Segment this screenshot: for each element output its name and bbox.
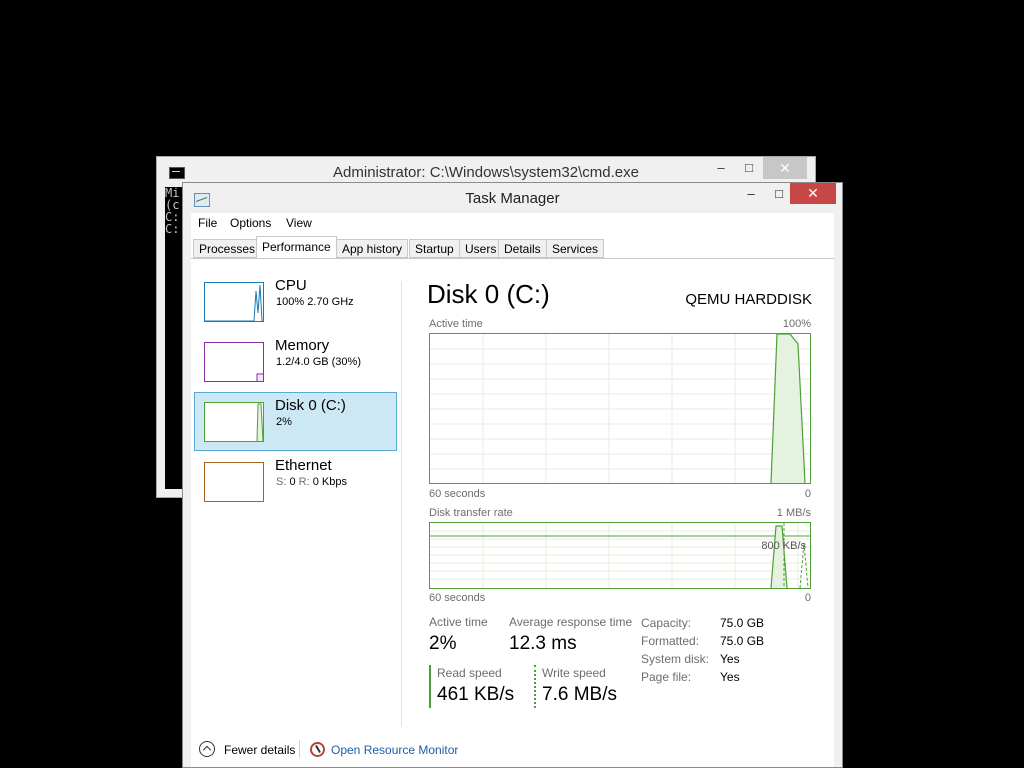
capacity-label: Capacity: [641,616,692,630]
perf-item-ethernet[interactable]: Ethernet S: 0 R: 0 Kbps [194,452,397,511]
perf-item-memory[interactable]: Memory 1.2/4.0 GB (30%) [194,332,397,391]
transfer-rate-graph-label: Disk transfer rate [429,507,513,519]
minimize-button[interactable]: – [707,157,735,179]
tab-startup[interactable]: Startup [409,239,460,258]
tab-users[interactable]: Users [459,239,503,258]
active-time-graph-svg [430,334,810,483]
performance-panel: CPU 100% 2.70 GHz Memory 1.2/4.0 GB (30%… [191,258,834,767]
read-speed-value: 461 KB/s [437,684,515,705]
task-manager-window[interactable]: Task Manager – □ ✕ File Options View Pro… [182,182,843,768]
active-time-value: 2% [429,633,457,654]
close-button[interactable]: ✕ [763,157,807,179]
perf-item-value: 2% [276,416,292,428]
receive-value: 0 Kbps [312,476,347,488]
disk-thumbnail-graph [204,402,264,442]
maximize-button[interactable]: □ [765,183,793,204]
detail-title: Disk 0 (C:) [427,279,550,309]
active-time-graph [429,333,811,484]
perf-item-name: CPU [275,277,307,294]
footer-divider [299,740,300,758]
memory-thumbnail-graph [204,342,264,382]
perf-item-value: 100% 2.70 GHz [276,296,354,308]
perf-item-name: Memory [275,337,330,354]
transfer-rate-graph-svg [430,523,810,588]
avg-response-value: 12.3 ms [509,633,577,654]
receive-label: R: [298,476,313,488]
tm-titlebar[interactable]: Task Manager – □ ✕ [183,183,842,213]
page-file-label: Page file: [641,670,692,684]
close-button[interactable]: ✕ [790,183,836,204]
read-speed-bar [429,665,431,708]
capacity-value: 75.0 GB [720,616,765,630]
active-time-label: Active time [429,615,488,629]
perf-item-cpu[interactable]: CPU 100% 2.70 GHz [194,272,397,331]
maximize-button[interactable]: □ [735,157,763,179]
read-speed-label: Read speed [437,666,502,680]
perf-item-value: S: 0 R: 0 Kbps [276,476,347,488]
chevron-up-icon[interactable] [199,741,215,757]
perf-item-name: Disk 0 (C:) [275,397,346,414]
tab-performance[interactable]: Performance [256,236,337,259]
open-resource-monitor-link[interactable]: Open Resource Monitor [331,743,458,757]
cpu-thumbnail-graph [204,282,264,322]
transfer-rate-graph-min: 0 [804,592,811,604]
menu-options[interactable]: Options [230,216,271,230]
write-speed-label: Write speed [542,666,606,680]
transfer-rate-graph-span: 60 seconds [429,592,486,604]
menu-file[interactable]: File [198,216,217,230]
send-label: S: [276,476,290,488]
active-time-graph-span: 60 seconds [429,488,486,500]
formatted-label: Formatted: [641,634,700,648]
tab-services[interactable]: Services [546,239,605,258]
menu-view[interactable]: View [286,216,312,230]
tab-app-history[interactable]: App history [336,239,409,258]
minimize-button[interactable]: – [737,183,765,204]
send-value: 0 [289,476,299,488]
ethernet-thumbnail-graph [204,462,264,502]
resource-monitor-icon[interactable] [310,742,325,757]
active-time-graph-max: 100% [782,318,811,330]
tab-processes[interactable]: Processes [193,239,262,258]
active-time-graph-label: Active time [429,318,483,330]
menu-bar: File Options View [191,213,834,235]
page-file-value: Yes [720,670,740,684]
formatted-value: 75.0 GB [720,634,765,648]
transfer-rate-graph: 800 KB/s [429,522,811,589]
transfer-rate-mark: 800 KB/s [761,540,806,552]
perf-item-disk[interactable]: Disk 0 (C:) 2% [194,392,397,451]
tab-details[interactable]: Details [498,239,547,258]
write-speed-value: 7.6 MB/s [542,684,617,705]
fewer-details-button[interactable]: Fewer details [224,743,295,757]
transfer-rate-graph-max: 1 MB/s [776,507,811,519]
tab-strip: Processes Performance App history Startu… [191,235,834,259]
disk-model: QEMU HARDDISK [685,291,812,308]
write-speed-bar [534,665,536,708]
perf-item-name: Ethernet [275,457,332,474]
panel-divider [401,281,402,727]
system-disk-value: Yes [720,652,740,666]
active-time-graph-min: 0 [804,488,811,500]
avg-response-label: Average response time [509,615,633,629]
system-disk-label: System disk: [641,652,710,666]
perf-item-value: 1.2/4.0 GB (30%) [276,356,361,368]
